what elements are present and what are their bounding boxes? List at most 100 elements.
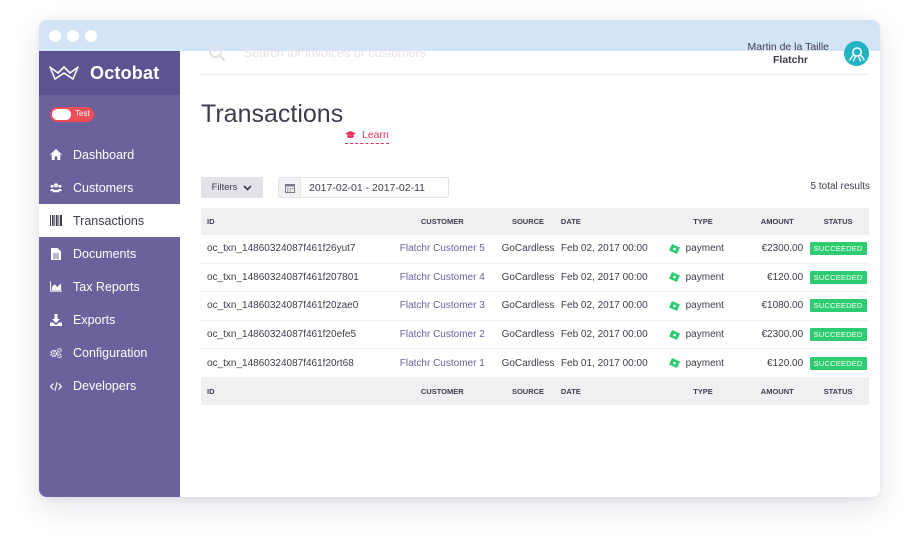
- status-badge: SUCCEEDED: [809, 242, 867, 256]
- window-dot-maximize[interactable]: [85, 30, 97, 42]
- column-header-amount[interactable]: AMOUNT: [751, 217, 807, 226]
- transactions-table: ID CUSTOMER SOURCE DATE TYPE AMOUNT STAT…: [201, 208, 869, 405]
- page-title: Transactions: [201, 100, 344, 128]
- sidebar-nav: Dashboard Customers Transactions Documen…: [39, 138, 180, 403]
- transaction-id: oc_txn_14860324087f461f207801: [207, 271, 359, 283]
- date-range-picker[interactable]: 2017-02-01 - 2017-02-11: [278, 177, 449, 198]
- source: GoCardless: [501, 243, 555, 255]
- source: GoCardless: [501, 300, 555, 312]
- type-cell: payment: [655, 243, 752, 254]
- status-cell: SUCCEEDED: [807, 356, 869, 370]
- learn-link[interactable]: Learn: [345, 129, 389, 144]
- window-dot-minimize[interactable]: [67, 30, 79, 42]
- customer-link[interactable]: Flatchr Customer 5: [386, 243, 498, 254]
- table-row[interactable]: oc_txn_14860324087f461f20rt68 Flatchr Cu…: [201, 349, 869, 378]
- source: GoCardless: [501, 357, 555, 369]
- table-header: ID CUSTOMER SOURCE DATE TYPE AMOUNT STAT…: [201, 208, 869, 235]
- table-row[interactable]: oc_txn_14860324087f461f207801 Flatchr Cu…: [201, 264, 869, 293]
- column-header-status[interactable]: STATUS: [807, 217, 869, 226]
- status-cell: SUCCEEDED: [807, 328, 869, 342]
- transaction-id: oc_txn_14860324087f461f20rt68: [207, 357, 354, 369]
- filters-button[interactable]: Filters: [201, 177, 263, 198]
- table-row[interactable]: oc_txn_14860324087f461f20zae0 Flatchr Cu…: [201, 292, 869, 321]
- sidebar-item-developers[interactable]: Developers: [39, 370, 180, 403]
- date: Feb 01, 2017 00:00: [560, 357, 648, 369]
- column-header-customer[interactable]: CUSTOMER: [386, 217, 498, 226]
- sidebar-item-label: Documents: [73, 246, 137, 261]
- column-footer-date: DATE: [560, 386, 581, 396]
- status-badge: SUCCEEDED: [809, 328, 867, 342]
- column-header-date[interactable]: DATE: [558, 217, 655, 226]
- status-cell: SUCCEEDED: [807, 242, 869, 256]
- toggle-knob: [52, 109, 71, 120]
- column-header-id[interactable]: ID: [201, 217, 386, 226]
- money-icon: [668, 358, 680, 369]
- sidebar-item-transactions[interactable]: Transactions: [39, 204, 180, 238]
- user-name: Martin de la Taille: [747, 41, 829, 53]
- users-icon: [50, 182, 62, 194]
- transaction-id: oc_txn_14860324087f461f20efe5: [207, 329, 357, 341]
- column-header-source[interactable]: SOURCE: [498, 217, 558, 226]
- filters-label: Filters: [211, 182, 238, 193]
- sidebar-item-documents[interactable]: Documents: [39, 237, 180, 270]
- status-badge: SUCCEEDED: [809, 299, 867, 313]
- search-input[interactable]: [244, 43, 604, 63]
- type-cell: payment: [655, 358, 752, 369]
- sidebar-item-label: Exports: [73, 313, 116, 328]
- sidebar-item-label: Tax Reports: [73, 279, 140, 294]
- total-results: 5 total results: [810, 181, 870, 192]
- sidebar-item-configuration[interactable]: Configuration: [39, 337, 180, 370]
- source: GoCardless: [501, 329, 555, 341]
- status-badge: SUCCEEDED: [809, 270, 867, 284]
- column-footer-status: STATUS: [823, 386, 853, 396]
- source: GoCardless: [501, 271, 555, 283]
- download-icon: [50, 314, 62, 327]
- graduation-cap-icon: [345, 131, 356, 139]
- octobat-logo-icon: [49, 66, 79, 80]
- sidebar-item-tax-reports[interactable]: Tax Reports: [39, 270, 180, 303]
- brand-bar[interactable]: Octobat: [39, 51, 180, 95]
- customer-link[interactable]: Flatchr Customer 4: [386, 272, 498, 283]
- sidebar-item-exports[interactable]: Exports: [39, 303, 180, 336]
- sidebar-item-dashboard[interactable]: Dashboard: [39, 138, 180, 171]
- toggle-label: Test: [75, 109, 90, 118]
- column-header-type[interactable]: TYPE: [655, 217, 752, 226]
- window-dot-close[interactable]: [49, 30, 61, 42]
- type-label: payment: [685, 271, 724, 283]
- sidebar-item-customers[interactable]: Customers: [39, 171, 180, 204]
- gears-icon: [50, 347, 62, 359]
- sidebar-item-label: Customers: [73, 180, 134, 195]
- calendar-icon: [279, 178, 301, 197]
- type-cell: payment: [655, 300, 752, 311]
- amount: €2300.00: [761, 329, 804, 341]
- search-icon[interactable]: [208, 44, 226, 67]
- table-row[interactable]: oc_txn_14860324087f461f20efe5 Flatchr Cu…: [201, 321, 869, 350]
- type-cell: payment: [655, 329, 752, 340]
- learn-label: Learn: [362, 129, 389, 141]
- customer-link[interactable]: Flatchr Customer 2: [386, 329, 498, 340]
- money-icon: [668, 300, 680, 311]
- sidebar-item-label: Dashboard: [73, 147, 135, 162]
- table-footer: ID CUSTOMER SOURCE DATE TYPE AMOUNT STAT…: [201, 377, 869, 405]
- money-icon: [668, 329, 680, 340]
- amount: €2300.00: [761, 243, 804, 255]
- user-organization: Flatchr: [772, 54, 808, 66]
- table-row[interactable]: oc_txn_14860324087f461f26yut7 Flatchr Cu…: [201, 235, 869, 264]
- column-footer-source: SOURCE: [511, 386, 545, 396]
- date: Feb 02, 2017 00:00: [560, 329, 648, 341]
- money-icon: [668, 272, 680, 283]
- area-chart-icon: [50, 281, 62, 293]
- column-footer-id: ID: [207, 386, 215, 396]
- document-icon: [50, 247, 62, 260]
- avatar[interactable]: [844, 41, 869, 66]
- octopus-avatar-icon: [848, 46, 865, 62]
- customer-link[interactable]: Flatchr Customer 1: [386, 358, 498, 369]
- sidebar-item-label: Transactions: [73, 213, 145, 228]
- amount: €120.00: [767, 271, 804, 283]
- customer-link[interactable]: Flatchr Customer 3: [386, 300, 498, 311]
- status-badge: SUCCEEDED: [809, 356, 867, 370]
- home-icon: [50, 149, 62, 161]
- column-footer-amount: AMOUNT: [760, 386, 794, 396]
- status-cell: SUCCEEDED: [807, 270, 869, 284]
- test-mode-toggle[interactable]: Test: [50, 107, 94, 122]
